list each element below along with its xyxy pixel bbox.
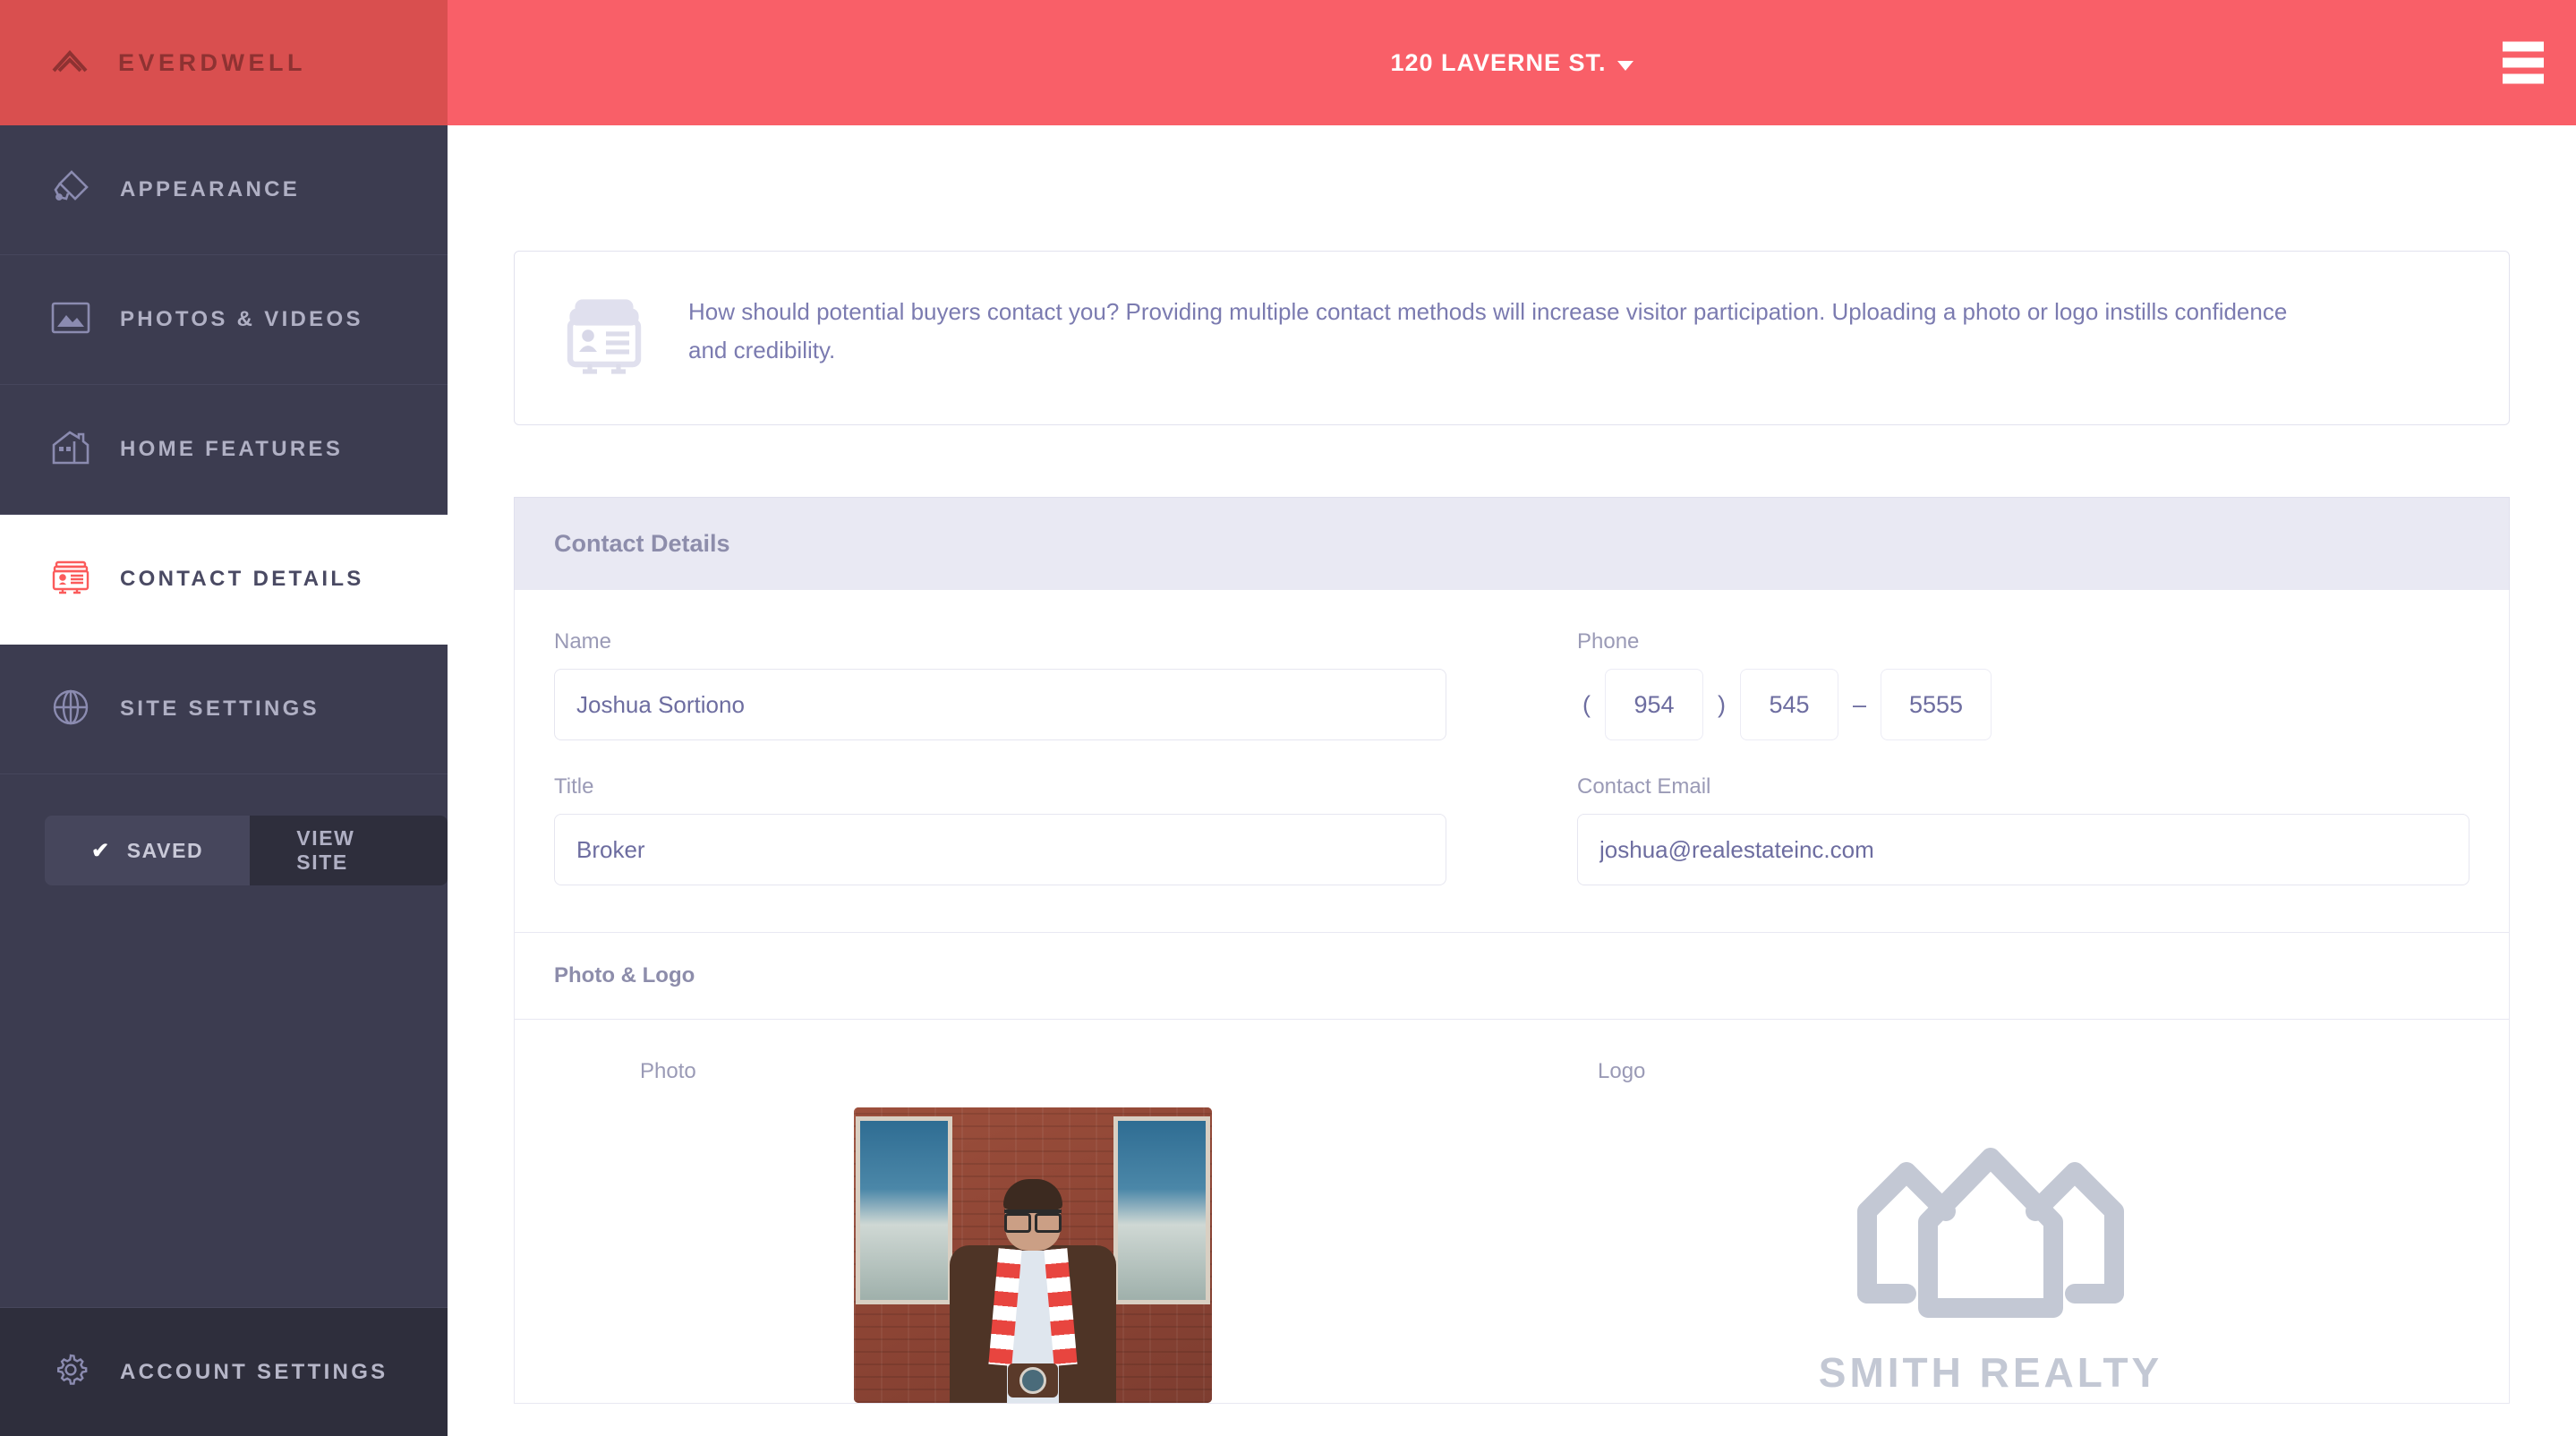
three-houses-logo-icon — [1838, 1107, 2143, 1336]
window-left — [856, 1116, 952, 1304]
saved-button[interactable]: ✔ SAVED — [45, 816, 251, 885]
contact-card-icon — [561, 293, 647, 383]
address-label: 120 LAVERNE ST. — [1390, 48, 1607, 76]
hamburger-menu-icon[interactable] — [2503, 41, 2544, 84]
logo-column: Logo SMITH REALTY — [1512, 1059, 2469, 1403]
save-bar: ✔ SAVED VIEW SITE — [0, 774, 448, 885]
sidebar-item-label: HOME FEATURES — [120, 437, 344, 461]
sidebar-item-label: CONTACT DETAILS — [120, 567, 364, 591]
person-figure — [943, 1179, 1122, 1403]
main-area: 120 LAVERNE ST. How should potential buy… — [448, 0, 2576, 1436]
app-root: EVERDWELL APPEARANCE PHOTOS & VIDEOS HOM… — [0, 0, 2576, 1436]
content-scroll: How should potential buyers contact you?… — [448, 251, 2576, 1404]
sidebar-item-site-settings[interactable]: SITE SETTINGS — [0, 645, 448, 774]
sidebar-item-appearance[interactable]: APPEARANCE — [0, 125, 448, 255]
photo-logo-section-header: Photo & Logo — [515, 933, 2509, 1019]
sidebar-item-contact-details[interactable]: CONTACT DETAILS — [0, 515, 448, 645]
save-view-button-group: ✔ SAVED VIEW SITE — [45, 816, 448, 885]
topbar: 120 LAVERNE ST. — [448, 0, 2576, 125]
form-row-1: Name Phone ( ) – — [554, 629, 2469, 740]
phone-field-group: Phone ( ) – — [1577, 629, 2469, 740]
brand-header[interactable]: EVERDWELL — [0, 0, 448, 125]
info-banner-text: How should potential buyers contact you?… — [688, 298, 2288, 364]
glasses-icon — [1004, 1209, 1062, 1233]
phone-prefix-input[interactable] — [1740, 669, 1838, 740]
panel-header: Contact Details — [514, 497, 2510, 590]
gear-icon — [50, 1349, 91, 1395]
photo-logo-title: Photo & Logo — [554, 963, 695, 987]
page-title: Contact Details — [554, 530, 730, 557]
sidebar: EVERDWELL APPEARANCE PHOTOS & VIDEOS HOM… — [0, 0, 448, 1436]
contact-form: Name Phone ( ) – — [515, 590, 2509, 932]
photo-label: Photo — [640, 1059, 696, 1083]
logo-label: Logo — [1598, 1059, 1646, 1083]
chevron-down-icon — [1616, 60, 1633, 71]
chevron-up-roof-icon — [50, 47, 90, 79]
phone-inputs: ( ) – — [1577, 669, 2469, 740]
contact-card-icon — [50, 559, 91, 601]
sidebar-item-account-settings[interactable]: ACCOUNT SETTINGS — [0, 1307, 448, 1436]
phone-label: Phone — [1577, 629, 1640, 654]
title-label: Title — [554, 774, 594, 799]
brand-name: EVERDWELL — [118, 48, 307, 76]
paint-brush-icon — [50, 167, 91, 213]
photo-logo-body: Photo Logo SMITH REALTY — [515, 1019, 2509, 1403]
sidebar-item-label: PHOTOS & VIDEOS — [120, 307, 363, 331]
name-input[interactable] — [554, 669, 1446, 740]
view-site-button-label: VIEW SITE — [296, 826, 355, 874]
email-input[interactable] — [1577, 814, 2469, 885]
address-dropdown[interactable]: 120 LAVERNE ST. — [1390, 49, 1633, 77]
title-input[interactable] — [554, 814, 1446, 885]
saved-button-label: SAVED — [126, 838, 204, 862]
contact-details-panel: Contact Details Name Phone ( — [514, 497, 2510, 1404]
contact-photo[interactable] — [854, 1107, 1212, 1403]
phone-dash: – — [1853, 690, 1867, 718]
sidebar-item-label: ACCOUNT SETTINGS — [120, 1359, 388, 1384]
globe-icon — [50, 687, 91, 732]
email-label: Contact Email — [1577, 774, 1711, 799]
contact-logo[interactable]: SMITH REALTY — [1819, 1107, 2162, 1397]
name-label: Name — [554, 629, 612, 654]
sidebar-item-photos-videos[interactable]: PHOTOS & VIDEOS — [0, 255, 448, 385]
phone-area-input[interactable] — [1605, 669, 1703, 740]
image-icon — [50, 300, 91, 340]
window-right — [1113, 1116, 1210, 1304]
logo-text: SMITH REALTY — [1818, 1349, 2163, 1396]
photo-column: Photo — [554, 1059, 1512, 1403]
house-icon — [50, 429, 91, 471]
phone-line-input[interactable] — [1881, 669, 1992, 740]
sidebar-item-label: APPEARANCE — [120, 177, 301, 201]
camera-icon — [1008, 1363, 1058, 1398]
sidebar-item-label: SITE SETTINGS — [120, 697, 320, 721]
form-row-2: Title Contact Email — [554, 774, 2469, 885]
name-field-group: Name — [554, 629, 1446, 740]
email-field-group: Contact Email — [1577, 774, 2469, 885]
title-field-group: Title — [554, 774, 1446, 885]
view-site-button[interactable]: VIEW SITE — [250, 816, 448, 885]
check-icon: ✔ — [91, 838, 111, 863]
open-paren: ( — [1582, 690, 1591, 718]
close-paren: ) — [1718, 690, 1726, 718]
sidebar-item-home-features[interactable]: HOME FEATURES — [0, 385, 448, 515]
info-banner: How should potential buyers contact you?… — [514, 251, 2510, 425]
